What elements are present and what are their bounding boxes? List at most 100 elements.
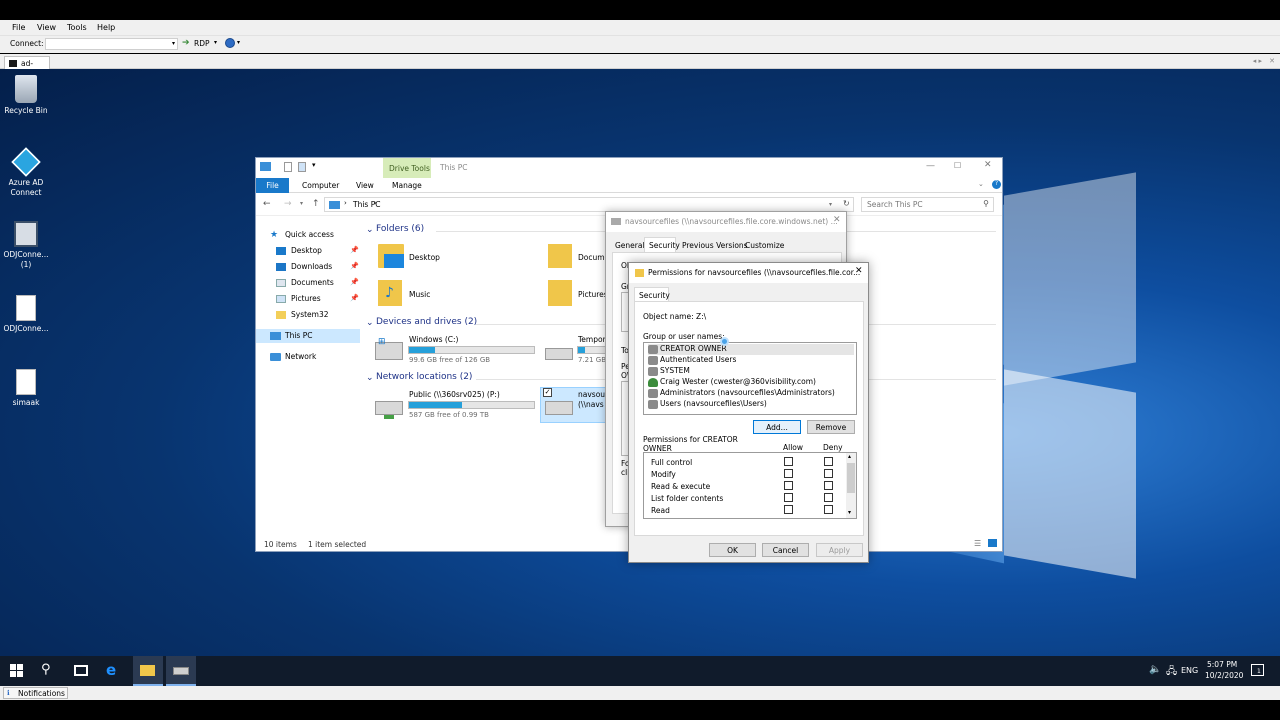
deny-read-checkbox[interactable]: [824, 505, 833, 514]
tab-computer[interactable]: Computer: [302, 181, 339, 190]
devices-section-header[interactable]: Devices and drives (2): [376, 317, 477, 327]
forward-icon[interactable]: →: [284, 199, 292, 209]
user-row-administrators[interactable]: Administrators (navsourcefiles\Administr…: [648, 388, 835, 399]
deny-full-control-checkbox[interactable]: [824, 457, 833, 466]
folder-desktop-label[interactable]: Desktop: [409, 253, 440, 262]
clock-date[interactable]: 10/2/2020: [1205, 671, 1243, 680]
tab-view[interactable]: View: [356, 181, 374, 190]
refresh-icon[interactable]: ↻: [843, 199, 850, 208]
user-row-creator-owner[interactable]: CREATOR OWNER: [648, 344, 854, 355]
drive-temp-label[interactable]: Tempor: [578, 335, 606, 344]
rdp-session-tab[interactable]: ad-srv4: [4, 56, 50, 77]
nav-documents[interactable]: Documents 📌: [276, 276, 360, 290]
action-center-icon[interactable]: 1: [1251, 664, 1264, 676]
drive-c-label[interactable]: Windows (C:): [409, 335, 458, 344]
pin-icon[interactable]: 📌: [350, 262, 359, 270]
qa-dropdown-icon[interactable]: ▾: [312, 161, 316, 169]
section-chevron-icon[interactable]: ⌄: [366, 373, 374, 383]
language-indicator[interactable]: ENG: [1181, 666, 1198, 675]
rdp-button[interactable]: RDP: [194, 39, 210, 48]
network-drive-navsource-label[interactable]: navsour: [578, 390, 608, 399]
desktop-icon-odjconnect[interactable]: ODJConne...: [0, 295, 53, 334]
allow-read-execute-checkbox[interactable]: [784, 481, 793, 490]
nav-downloads[interactable]: Downloads 📌: [276, 260, 360, 274]
tab-close-icon[interactable]: ✕: [1269, 57, 1275, 65]
folder-music-label[interactable]: Music: [409, 290, 430, 299]
large-icons-view-icon[interactable]: [988, 539, 997, 547]
globe-icon[interactable]: [225, 38, 235, 48]
ok-button[interactable]: OK: [709, 543, 756, 557]
users-list[interactable]: CREATOR OWNER Authenticated Users SYSTEM…: [643, 342, 857, 415]
user-row-system[interactable]: SYSTEM: [648, 366, 690, 377]
nav-desktop[interactable]: Desktop 📌: [276, 244, 360, 258]
close-button[interactable]: ✕: [855, 266, 863, 276]
network-section-header[interactable]: Network locations (2): [376, 372, 472, 382]
maximize-button[interactable]: ☐: [954, 161, 961, 170]
pictures-folder-icon[interactable]: [548, 280, 572, 306]
tab-general[interactable]: General: [615, 241, 645, 250]
search-input[interactable]: Search This PC ⚲: [861, 197, 994, 212]
permissions-list[interactable]: Full control Modify Read & execute List …: [643, 452, 857, 519]
menu-view[interactable]: View: [37, 23, 56, 32]
help-icon[interactable]: ?: [992, 180, 1001, 189]
user-row-authenticated-users[interactable]: Authenticated Users: [648, 355, 736, 366]
folder-pictures-label[interactable]: Pictures: [578, 290, 608, 299]
allow-list-folder-checkbox[interactable]: [784, 493, 793, 502]
tab-security[interactable]: Security: [634, 287, 670, 302]
allow-full-control-checkbox[interactable]: [784, 457, 793, 466]
tab-file[interactable]: File: [256, 178, 289, 193]
clock-time[interactable]: 5:07 PM: [1207, 660, 1237, 669]
nav-this-pc[interactable]: This PC: [256, 329, 360, 343]
recent-dropdown-icon[interactable]: ▾: [300, 200, 303, 207]
globe-dropdown-icon[interactable]: ▾: [237, 39, 240, 46]
desktop-icon-simaak[interactable]: simaak: [0, 369, 53, 408]
speaker-icon[interactable]: 🔈: [1149, 664, 1161, 675]
search-icon[interactable]: ⚲: [983, 199, 989, 208]
network-drive-icon[interactable]: [375, 401, 403, 415]
close-button[interactable]: ✕: [833, 215, 841, 225]
allow-read-checkbox[interactable]: [784, 505, 793, 514]
nav-pictures[interactable]: Pictures 📌: [276, 292, 360, 306]
menu-help[interactable]: Help: [97, 23, 115, 32]
desktop-icon-odjconnect-1[interactable]: ODJConne... (1): [0, 221, 53, 270]
taskbar-file-explorer[interactable]: [133, 656, 163, 686]
address-bar[interactable]: › This PC ›: [324, 197, 854, 212]
deny-modify-checkbox[interactable]: [824, 469, 833, 478]
nav-network[interactable]: Network: [270, 350, 316, 364]
section-chevron-icon[interactable]: ⌄: [366, 318, 374, 328]
task-view-icon[interactable]: [74, 665, 88, 676]
properties-qa-icon[interactable]: [284, 162, 292, 172]
pin-icon[interactable]: 📌: [350, 278, 359, 286]
user-row-craig-wester[interactable]: Craig Wester (cwester@360visibility.com): [648, 377, 816, 388]
cancel-button[interactable]: Cancel: [762, 543, 809, 557]
taskbar-network-drive[interactable]: [166, 656, 196, 686]
rdp-arrow-icon[interactable]: ➔: [182, 38, 190, 48]
ribbon-expand-icon[interactable]: ⌄: [978, 180, 984, 188]
tab-security[interactable]: Security: [644, 237, 680, 252]
back-icon[interactable]: ←: [263, 199, 271, 209]
tab-scroll-icon[interactable]: ◂ ▸: [1253, 57, 1262, 65]
allow-modify-checkbox[interactable]: [784, 469, 793, 478]
desktop-icon-azure-ad-connect[interactable]: Azure AD Connect: [0, 147, 53, 198]
notifications-button[interactable]: ℹ Notifications: [3, 687, 68, 699]
deny-list-folder-checkbox[interactable]: [824, 493, 833, 502]
pin-icon[interactable]: 📌: [350, 246, 359, 254]
start-button[interactable]: [10, 664, 23, 677]
network-tray-icon[interactable]: 🖧: [1166, 664, 1177, 681]
menu-file[interactable]: File: [12, 23, 25, 32]
minimize-button[interactable]: —: [926, 161, 935, 171]
nav-quick-access[interactable]: ★ Quick access: [270, 228, 334, 242]
permissions-scrollbar[interactable]: ▴ ▾: [846, 453, 856, 518]
desktop-icon-recycle-bin[interactable]: Recycle Bin: [0, 75, 53, 116]
tab-manage[interactable]: Manage: [392, 181, 422, 190]
address-dropdown-icon[interactable]: ▾: [829, 201, 832, 208]
internet-explorer-icon[interactable]: e: [106, 661, 116, 679]
tab-customize[interactable]: Customize: [745, 241, 784, 250]
connect-dropdown-icon[interactable]: ▾: [172, 40, 175, 47]
up-icon[interactable]: ↑: [312, 199, 320, 209]
network-drive-public-label[interactable]: Public (\\360srv025) (P:): [409, 390, 500, 399]
tab-previous-versions[interactable]: Previous Versions: [682, 241, 748, 250]
nav-system32[interactable]: System32: [276, 308, 329, 322]
scroll-up-icon[interactable]: ▴: [848, 453, 851, 460]
rdp-dropdown-icon[interactable]: ▾: [214, 39, 217, 46]
